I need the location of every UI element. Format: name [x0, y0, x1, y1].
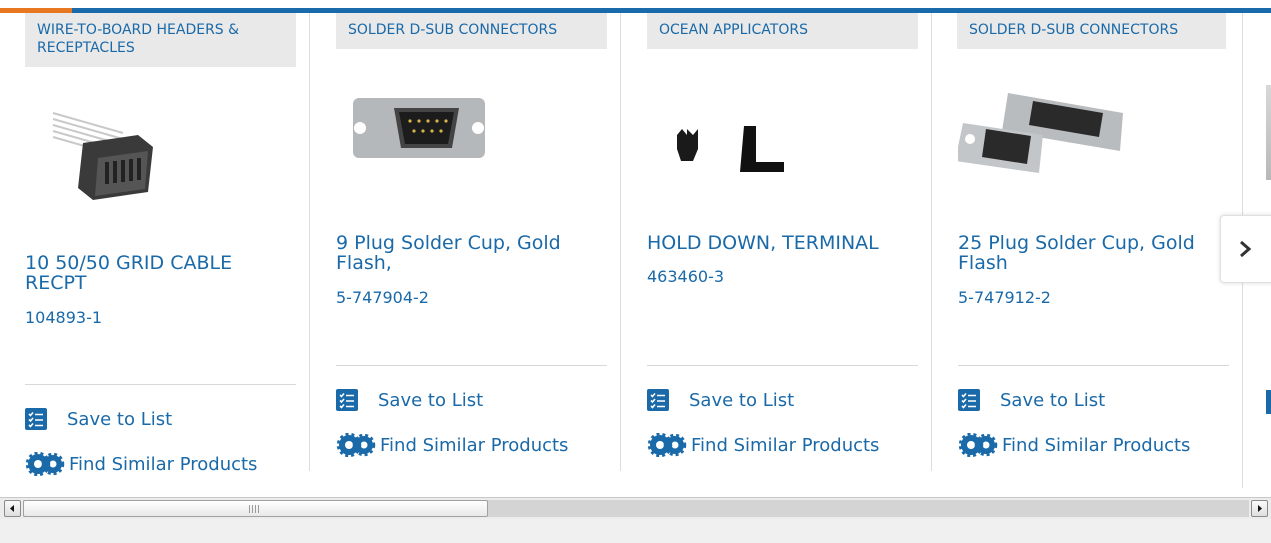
ribbon-cable-receptacle-image[interactable]: [25, 98, 215, 218]
checklist-icon: [647, 389, 669, 411]
checklist-icon: [25, 408, 47, 430]
save-to-list-button[interactable]: Save to List: [25, 408, 172, 430]
product-name[interactable]: 25 Plug Solder Cup, Gold Flash: [958, 233, 1228, 273]
scrollbar-thumb[interactable]: [23, 500, 488, 517]
part-number[interactable]: 5-747912-2: [958, 288, 1051, 307]
arrow-left-icon: [10, 505, 14, 512]
find-similar-button[interactable]: Find Similar Products: [336, 432, 569, 458]
save-label: Save to List: [689, 389, 795, 411]
divider: [958, 365, 1229, 366]
scroll-right-button[interactable]: [1251, 500, 1268, 517]
save-label: Save to List: [378, 389, 484, 411]
find-similar-button[interactable]: Find Similar Products: [647, 432, 880, 458]
scroll-left-button[interactable]: [4, 500, 21, 517]
product-name[interactable]: HOLD DOWN, TERMINAL: [647, 233, 917, 253]
product-card: SOLDER D-SUB CONNECTORS 25 Plug Solder C…: [933, 13, 1243, 488]
divider: [25, 384, 296, 385]
next-product-save-icon-partial: [1266, 390, 1271, 414]
find-similar-label: Find Similar Products: [1002, 434, 1191, 456]
product-name[interactable]: 9 Plug Solder Cup, Gold Flash,: [336, 233, 606, 273]
save-label: Save to List: [67, 408, 173, 430]
save-to-list-button[interactable]: Save to List: [336, 389, 483, 411]
part-number[interactable]: 463460-3: [647, 267, 724, 286]
save-label: Save to List: [1000, 389, 1106, 411]
part-number[interactable]: 5-747904-2: [336, 288, 429, 307]
9-pin-d-sub-connector-image[interactable]: [336, 83, 526, 203]
25-pin-d-sub-connector-image[interactable]: [958, 83, 1148, 203]
arrow-right-icon: [1258, 505, 1262, 512]
save-to-list-button[interactable]: Save to List: [958, 389, 1105, 411]
gears-icon: [25, 451, 65, 477]
save-to-list-button[interactable]: Save to List: [647, 389, 794, 411]
find-similar-label: Find Similar Products: [691, 434, 880, 456]
gears-icon: [336, 432, 376, 458]
divider: [647, 365, 918, 366]
product-card: SOLDER D-SUB CONNECTORS 9 Plug Solder Cu…: [311, 13, 621, 471]
hold-down-terminal-image[interactable]: [647, 83, 837, 203]
find-similar-label: Find Similar Products: [69, 453, 258, 475]
next-product-image-partial: [1266, 85, 1271, 180]
checklist-icon: [336, 389, 358, 411]
find-similar-button[interactable]: Find Similar Products: [25, 451, 258, 477]
category-label[interactable]: OCEAN APPLICATORS: [647, 13, 918, 49]
thumb-grip: [249, 505, 259, 513]
product-carousel: SOLDER D-SUB CONNECTORS 9 Plug Solder Cu…: [0, 0, 1271, 497]
product-card: WIRE-TO-BOARD HEADERS & RECEPTACLES 10 5…: [0, 13, 310, 477]
checklist-icon: [958, 389, 980, 411]
divider: [336, 365, 607, 366]
carousel-next-button[interactable]: [1220, 215, 1271, 283]
product-name[interactable]: 10 50/50 GRID CABLE RECPT: [25, 253, 295, 293]
chevron-right-icon: [1240, 240, 1252, 258]
category-label[interactable]: SOLDER D-SUB CONNECTORS: [336, 13, 607, 49]
gears-icon: [647, 432, 687, 458]
horizontal-scrollbar[interactable]: [0, 497, 1271, 519]
category-label[interactable]: WIRE-TO-BOARD HEADERS & RECEPTACLES: [25, 13, 296, 67]
category-label[interactable]: SOLDER D-SUB CONNECTORS: [957, 13, 1226, 49]
part-number[interactable]: 104893-1: [25, 308, 102, 327]
find-similar-label: Find Similar Products: [380, 434, 569, 456]
product-card: OCEAN APPLICATORS HOLD DOWN, TERMINAL 46…: [622, 13, 932, 471]
gears-icon: [958, 432, 998, 458]
find-similar-button[interactable]: Find Similar Products: [958, 432, 1191, 458]
